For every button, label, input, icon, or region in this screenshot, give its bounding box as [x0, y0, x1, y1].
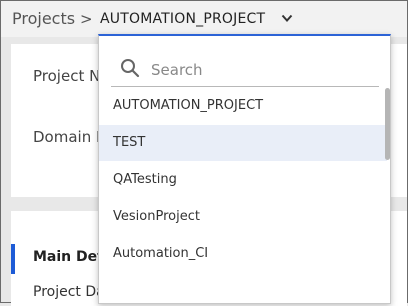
- project-option-selected[interactable]: TEST: [99, 125, 387, 161]
- search-input[interactable]: [149, 56, 373, 84]
- breadcrumb: Projects > AUTOMATION_PROJECT: [1, 1, 407, 37]
- search-box: [111, 52, 379, 87]
- domain-name-label: Domain N: [33, 128, 108, 146]
- chevron-down-icon[interactable]: [281, 13, 293, 23]
- breadcrumb-projects-link[interactable]: Projects: [12, 9, 75, 28]
- project-option[interactable]: VesionProject: [99, 199, 387, 235]
- nav-active-indicator: [11, 244, 15, 274]
- scrollbar-thumb[interactable]: [385, 88, 390, 160]
- project-option[interactable]: Automation_CI: [99, 236, 387, 272]
- project-selector-label[interactable]: AUTOMATION_PROJECT: [100, 11, 265, 27]
- breadcrumb-separator: >: [80, 10, 93, 28]
- project-option[interactable]: QATesting: [99, 162, 387, 198]
- project-option[interactable]: AUTOMATION_PROJECT: [99, 88, 387, 124]
- search-icon: [121, 59, 140, 78]
- project-dropdown: AUTOMATION_PROJECT TEST QATesting Vesion…: [98, 34, 391, 304]
